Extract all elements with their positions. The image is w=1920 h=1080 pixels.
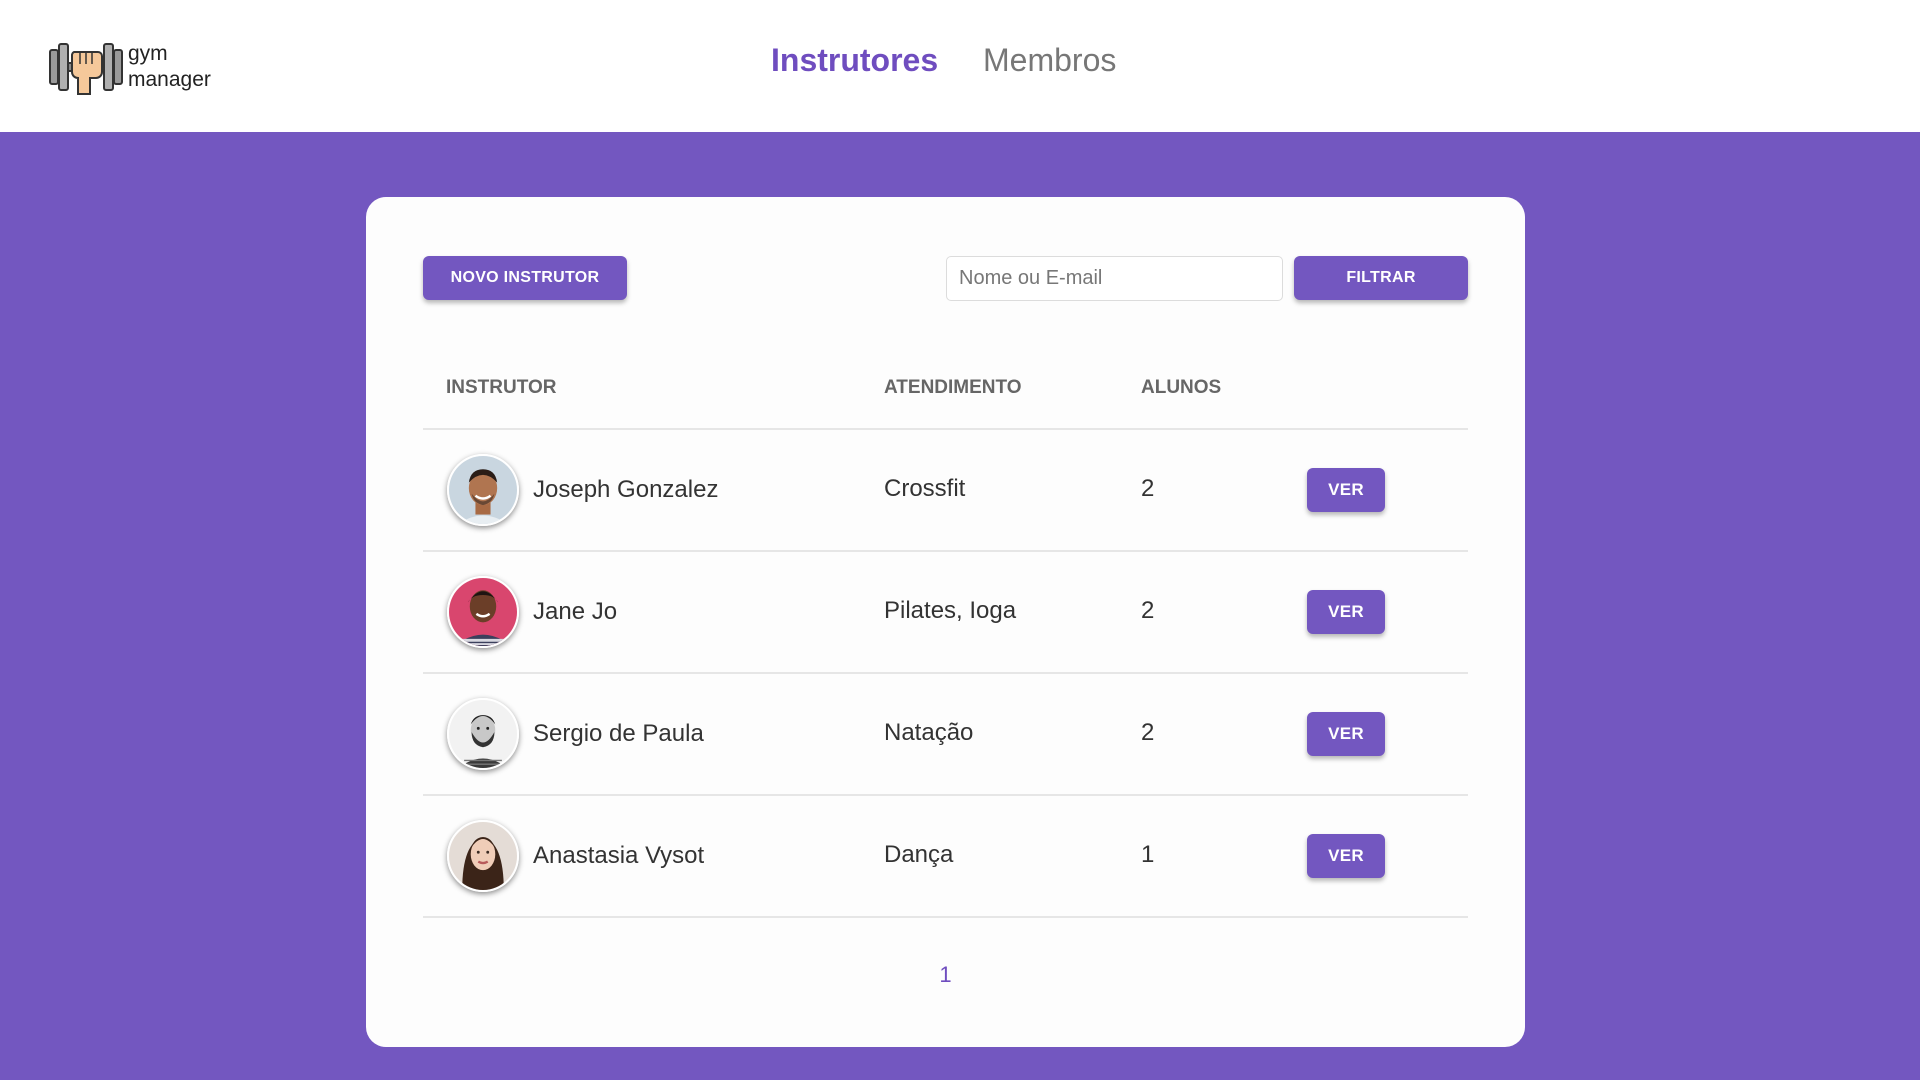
avatar (447, 454, 519, 526)
instructor-services: Natação (884, 719, 974, 746)
table-row: Sergio de Paula Natação 2 VER (423, 674, 1468, 794)
page-link[interactable]: 1 (939, 962, 951, 987)
view-instructor-button[interactable]: VER (1307, 468, 1385, 512)
nav-link-membros[interactable]: Membros (983, 42, 1116, 79)
instructors-card: NOVO INSTRUTOR FILTRAR INSTRUTOR ATENDIM… (366, 197, 1525, 1047)
instructor-services: Crossfit (884, 475, 966, 502)
instructor-services: Pilates, Ioga (884, 597, 1017, 624)
search-input[interactable] (946, 256, 1283, 301)
nav-link-instrutores[interactable]: Instrutores (771, 42, 938, 79)
bearded-man-avatar-icon (449, 700, 517, 768)
main-nav: Instrutores Membros (0, 0, 1920, 132)
avatar (447, 698, 519, 770)
avatar (447, 820, 519, 892)
top-bar: gym manager Instrutores Membros (0, 0, 1920, 132)
new-instructor-button[interactable]: NOVO INSTRUTOR (423, 256, 627, 300)
pagination: 1 (366, 962, 1525, 988)
instructor-name: Joseph Gonzalez (533, 476, 719, 503)
column-header-instrutor: INSTRUTOR (446, 377, 557, 398)
table-row: Anastasia Vysot Dança 1 VER (423, 796, 1468, 916)
woman-dark-hair-avatar-icon (449, 822, 517, 890)
avatar (447, 576, 519, 648)
instructor-name: Sergio de Paula (533, 720, 704, 747)
instructor-students: 2 (1141, 597, 1155, 624)
column-header-alunos: ALUNOS (1141, 377, 1222, 398)
table-divider (423, 916, 1468, 918)
filter-button[interactable]: FILTRAR (1294, 256, 1468, 300)
column-header-atendimento: ATENDIMENTO (884, 377, 1022, 398)
instructor-name: Anastasia Vysot (533, 842, 705, 869)
view-instructor-button[interactable]: VER (1307, 712, 1385, 756)
instructor-students: 1 (1141, 841, 1155, 868)
view-instructor-button[interactable]: VER (1307, 834, 1385, 878)
man-avatar-icon (449, 456, 517, 524)
woman-avatar-icon (449, 578, 517, 646)
instructor-students: 2 (1141, 475, 1155, 502)
instructor-services: Dança (884, 841, 954, 868)
instructor-students: 2 (1141, 719, 1155, 746)
view-instructor-button[interactable]: VER (1307, 590, 1385, 634)
table-row: Joseph Gonzalez Crossfit 2 VER (423, 430, 1468, 550)
instructor-name: Jane Jo (533, 598, 618, 625)
table-row: Jane Jo Pilates, Ioga 2 VER (423, 552, 1468, 672)
